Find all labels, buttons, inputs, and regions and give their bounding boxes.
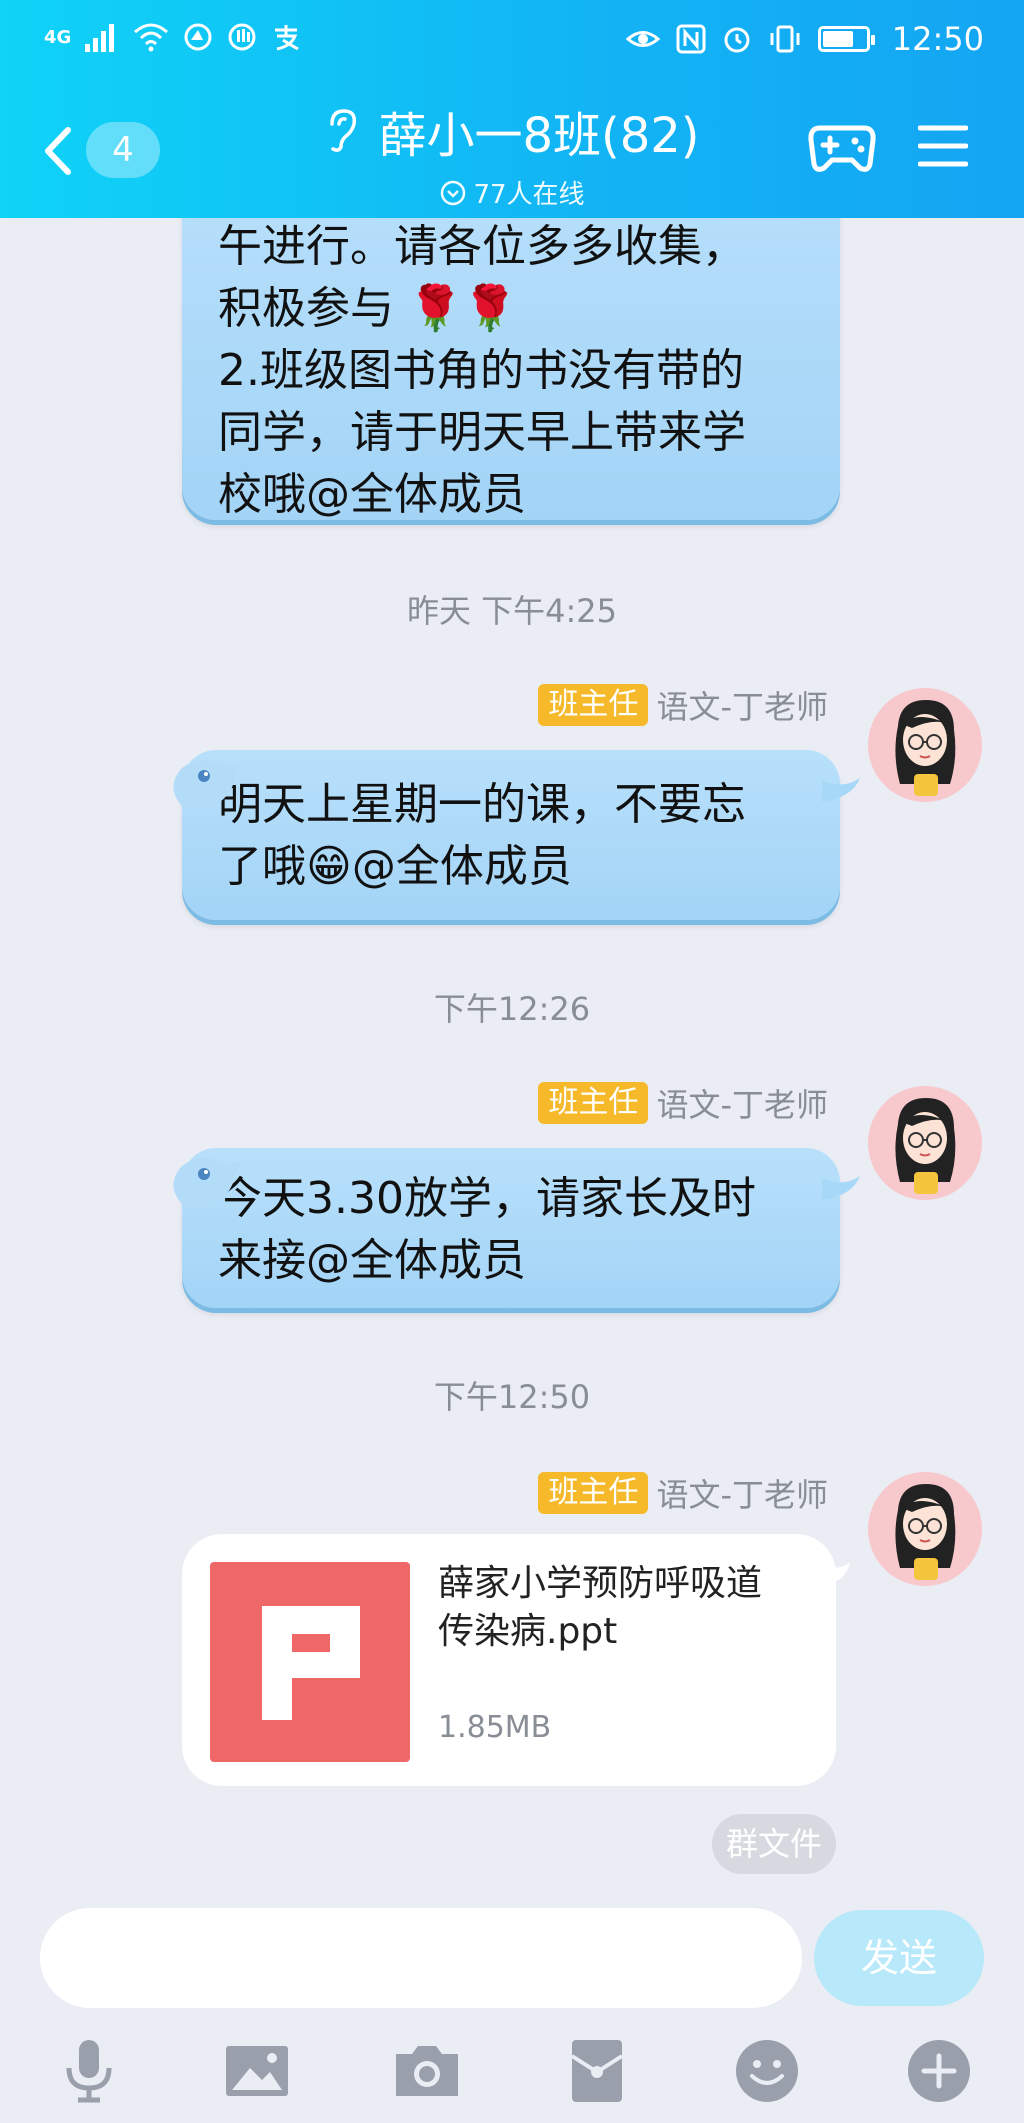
alipay-icon (275, 25, 300, 51)
wifi-icon (134, 23, 169, 52)
message-bubble[interactable]: 明天上星期一的课，不要忘 了哦😁@全体成员 (173, 750, 860, 920)
ppt-file-icon (210, 1562, 410, 1762)
message-line: 午进行。请各位多多收集， (218, 221, 746, 272)
hand-icon (228, 23, 256, 51)
alarm-icon (724, 27, 750, 53)
group-title[interactable]: 薛小一8班(82) (378, 96, 699, 166)
role-badge: 班主任 (538, 1472, 649, 1514)
send-button[interactable]: 发送 (814, 1910, 984, 2006)
timestamp: 昨天 下午4:25 (406, 592, 618, 630)
emoji-icon[interactable] (732, 2036, 802, 2106)
message-line: 同学，请于明天早上带来学 (218, 407, 746, 458)
status-bar: 4G 12:50 (0, 0, 1024, 78)
message-line: 今天3.30放学，请家长及时 (218, 1173, 756, 1224)
input-area: 发送 (0, 1898, 1024, 2123)
image-icon[interactable] (222, 2036, 292, 2106)
gamepad-icon[interactable] (808, 120, 876, 174)
message-line: 明天上星期一的课，不要忘 (218, 779, 746, 830)
message-list[interactable]: 午进行。请各位多多收集， 积极参与 🌹🌹 2.班级图书角的书没有带的 同学，请于… (0, 218, 1024, 1898)
chevron-down-circle-icon (441, 180, 466, 205)
red-packet-icon[interactable] (562, 2036, 632, 2106)
timestamp: 下午12:26 (433, 990, 591, 1028)
sender-name[interactable]: 语文-丁老师 (656, 1470, 828, 1516)
role-badge: 班主任 (538, 1082, 649, 1124)
file-name: 薛家小学预防呼吸道 传染病.ppt (438, 1560, 808, 1656)
online-count[interactable]: 77人在线 (473, 174, 584, 211)
sender-row: 班主任 语文-丁老师 (538, 1080, 828, 1126)
sender-row: 班主任 语文-丁老师 (538, 1470, 828, 1516)
microphone-icon[interactable] (54, 2036, 124, 2106)
input-toolbar (0, 2028, 1024, 2118)
message-bubble[interactable]: 今天3.30放学，请家长及时 来接@全体成员 (173, 1148, 860, 1308)
camera-icon[interactable] (392, 2036, 462, 2106)
nfc-icon (676, 24, 706, 54)
menu-icon[interactable] (918, 124, 968, 168)
bubble-decoration (173, 1158, 242, 1208)
bubble-decoration (822, 778, 860, 802)
message-bubble[interactable]: 午进行。请各位多多收集， 积极参与 🌹🌹 2.班级图书角的书没有带的 同学，请于… (182, 218, 840, 520)
clock: 12:50 (891, 20, 984, 58)
file-size: 1.85MB (438, 1710, 552, 1745)
avatar[interactable] (868, 1086, 982, 1200)
battery-icon (817, 26, 875, 52)
eye-icon (625, 31, 660, 47)
signal-icon (85, 24, 115, 52)
message-line: 积极参与 🌹🌹 (218, 283, 518, 334)
chat-header: 4G 12:50 4 薛小一8班(82) 77人在线 (0, 0, 1024, 218)
bubble-decoration (822, 1176, 860, 1200)
sender-row: 班主任 语文-丁老师 (538, 682, 828, 728)
sender-name[interactable]: 语文-丁老师 (656, 1080, 828, 1126)
file-name-line: 传染病.ppt (438, 1611, 618, 1652)
avatar[interactable] (868, 1472, 982, 1586)
avatar-girl-icon (895, 1098, 956, 1194)
group-file-tag[interactable]: 群文件 (712, 1814, 837, 1874)
message-line: 2.班级图书角的书没有带的 (218, 345, 744, 396)
message-line: 了哦😁@全体成员 (218, 841, 572, 892)
timestamp: 下午12:50 (433, 1378, 591, 1416)
message-input[interactable] (40, 1908, 802, 2008)
file-message-card[interactable]: 薛家小学预防呼吸道 传染病.ppt 1.85MB (182, 1534, 850, 1786)
avatar[interactable] (868, 688, 982, 802)
message-line: 校哦@全体成员 (218, 469, 526, 520)
browser-icon (184, 23, 212, 51)
network-label: 4G (44, 26, 72, 48)
avatar-girl-icon (895, 700, 956, 796)
role-badge: 班主任 (538, 684, 649, 726)
avatar-girl-icon (895, 1484, 956, 1580)
file-name-line: 薛家小学预防呼吸道 (438, 1563, 763, 1604)
ear-icon (330, 109, 357, 152)
sender-name[interactable]: 语文-丁老师 (656, 682, 828, 728)
vibrate-icon (770, 25, 800, 53)
message-line: 来接@全体成员 (218, 1235, 526, 1286)
bubble-decoration (173, 760, 242, 810)
plus-icon[interactable] (904, 2036, 974, 2106)
bubble-tail (822, 1562, 850, 1586)
